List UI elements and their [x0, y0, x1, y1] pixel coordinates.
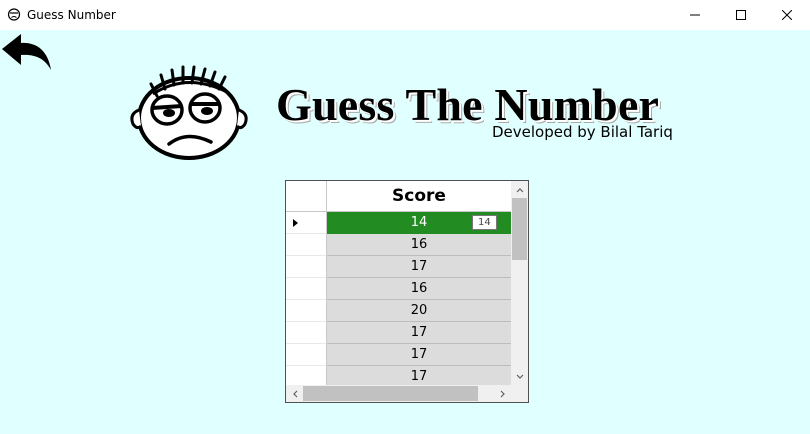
score-cell[interactable]: 17 [327, 344, 511, 366]
score-column-header[interactable]: Score [327, 181, 511, 212]
table-row[interactable]: 16 [286, 234, 511, 256]
score-cell[interactable]: 17 [327, 366, 511, 385]
chevron-down-icon [516, 374, 523, 379]
scrollbar-corner [511, 385, 528, 402]
chevron-up-icon [516, 187, 523, 192]
title-bar: Guess Number [0, 0, 810, 30]
table-corner-header[interactable] [286, 181, 327, 212]
main-area: Guess The Number Developed by Bilal Tari… [0, 30, 810, 434]
back-arrow-icon[interactable] [0, 32, 54, 72]
score-cell[interactable]: 17 [327, 322, 511, 344]
annoyed-face-logo [130, 65, 248, 160]
developer-credit: Developed by Bilal Tariq [492, 123, 673, 141]
app-face-icon [7, 8, 21, 21]
table-row[interactable]: 14 14 [286, 212, 511, 234]
maximize-icon [736, 10, 746, 20]
score-table-viewport: Score 14 14 16 17 16 20 17 17 17 [286, 181, 511, 385]
table-rows: 14 14 16 17 16 20 17 17 17 [286, 212, 511, 385]
row-header[interactable] [286, 212, 327, 234]
table-row[interactable]: 16 [286, 278, 511, 300]
scroll-left-button[interactable] [286, 385, 303, 402]
cell-tooltip: 14 [472, 215, 497, 230]
table-row[interactable]: 20 [286, 300, 511, 322]
row-header[interactable] [286, 344, 327, 366]
window-title: Guess Number [27, 8, 116, 22]
chevron-right-icon [500, 390, 505, 397]
row-header[interactable] [286, 278, 327, 300]
row-header[interactable] [286, 300, 327, 322]
vertical-scroll-thumb[interactable] [512, 198, 527, 260]
maximize-button[interactable] [718, 0, 764, 30]
row-header[interactable] [286, 366, 327, 385]
row-header[interactable] [286, 234, 327, 256]
table-row[interactable]: 17 [286, 344, 511, 366]
table-row[interactable]: 17 [286, 322, 511, 344]
chevron-left-icon [292, 390, 297, 397]
horizontal-scroll-thumb[interactable] [303, 386, 478, 401]
score-cell[interactable]: 17 [327, 256, 511, 278]
row-header[interactable] [286, 322, 327, 344]
score-cell[interactable]: 16 [327, 278, 511, 300]
close-icon [782, 10, 792, 20]
current-row-arrow-icon [293, 219, 298, 227]
scroll-right-button[interactable] [494, 385, 511, 402]
minimize-icon [690, 14, 700, 16]
table-row[interactable]: 17 [286, 256, 511, 278]
vertical-scrollbar[interactable] [511, 181, 528, 385]
minimize-button[interactable] [672, 0, 718, 30]
scroll-down-button[interactable] [511, 368, 528, 385]
row-header[interactable] [286, 256, 327, 278]
score-cell[interactable]: 16 [327, 234, 511, 256]
scroll-up-button[interactable] [511, 181, 528, 198]
close-button[interactable] [764, 0, 810, 30]
table-row[interactable]: 17 [286, 366, 511, 385]
horizontal-scrollbar[interactable] [286, 385, 511, 402]
score-table[interactable]: Score 14 14 16 17 16 20 17 17 17 [285, 180, 529, 403]
score-cell[interactable]: 20 [327, 300, 511, 322]
